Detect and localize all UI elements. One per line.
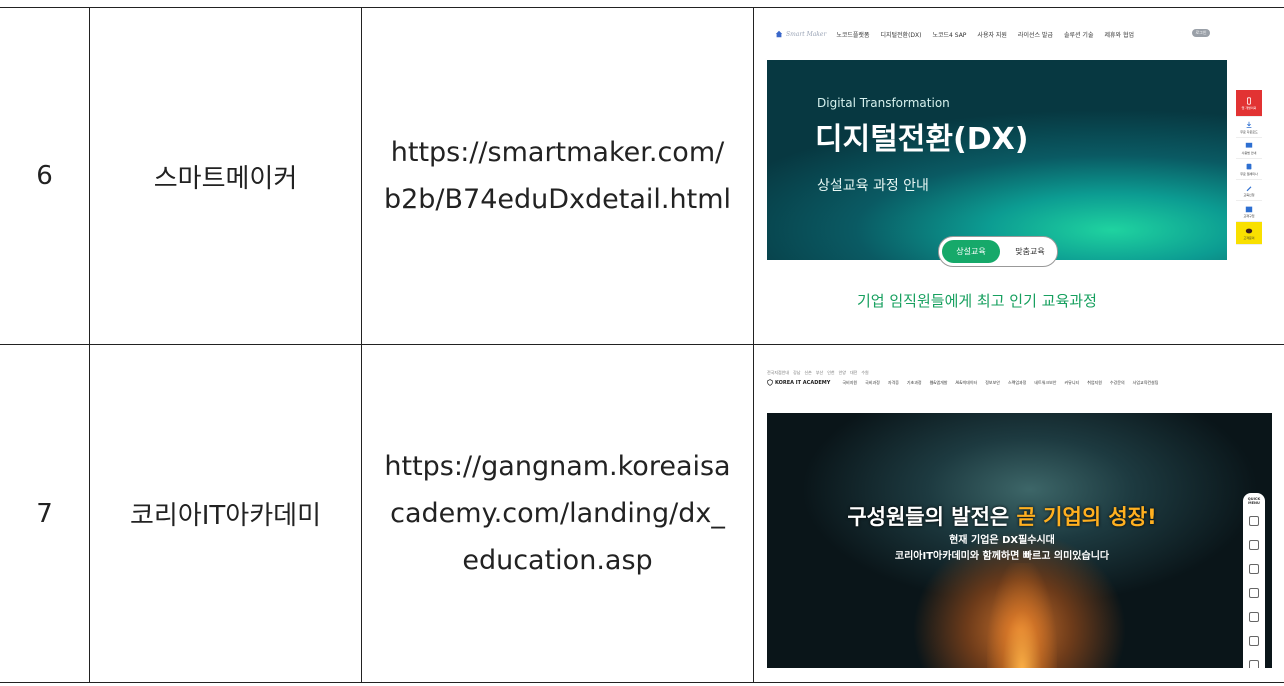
url-line: b2b/B74eduDxdetail.html (383, 184, 732, 215)
smartmaker-hero-banner: Digital Transformation 디지털전환(DX) 상설교육 과정… (767, 60, 1227, 260)
nav-item: 국비과정 (865, 379, 880, 385)
koreait-logo: KOREA IT ACADEMY (767, 379, 830, 386)
url-line: https://smartmaker.com/ (390, 137, 725, 168)
top-link: 안양 (838, 370, 846, 375)
quick-menu-label: QUICK MENU (1247, 497, 1261, 505)
nav-item: 노코드4 SAP (932, 31, 967, 39)
row-number: 7 (0, 344, 90, 683)
koreait-menu: 국비지원 국비과정 자격증 기초과정 웹&앱개발 AI&빅데이터 정보보안 스펙… (842, 380, 1158, 386)
nav-item: 기초과정 (906, 379, 922, 385)
url-line: cademy.com/landing/dx_ (390, 498, 725, 529)
koreait-navbar: KOREA IT ACADEMY 국비지원 국비과정 자격증 기초과정 웹&앱개… (767, 379, 1158, 386)
site-url: https://smartmaker.com/ b2b/B74eduDxdeta… (361, 7, 754, 345)
koreait-hero-banner: 구성원들의 발전은 곧 기업의 성장! 현재 기업은 DX필수시대 코리아IT아… (767, 413, 1272, 668)
smartmaker-logo: Smart Maker (775, 30, 826, 38)
nav-item: 사용자 지원 (977, 31, 1007, 39)
nav-item: 제휴와 협업 (1104, 31, 1134, 39)
side-item-books: 교재구입 (1236, 201, 1262, 222)
url-line: https://gangnam.koreaisa (384, 451, 731, 482)
site-url: https://gangnam.koreaisa cademy.com/land… (361, 344, 754, 683)
nav-item: 커뮤니티 (1064, 379, 1080, 385)
logo-text: KOREA IT ACADEMY (775, 379, 831, 386)
top-link: 대전 (849, 370, 858, 375)
koreait-top-links: 전국지점안내 강남 신촌 부산 인천 안양 대전 수원 (767, 370, 869, 376)
tab-custom-course: 맞춤교육 (1015, 247, 1045, 256)
side-item-label: 무료 웹세미나 (1240, 171, 1258, 176)
quick-menu: QUICK MENU (1243, 493, 1265, 668)
quick-menu-icon (1249, 660, 1259, 668)
nav-item: 국비지원 (842, 379, 858, 385)
kakao-talk-icon (1245, 228, 1253, 233)
top-link: 인천 (827, 370, 835, 375)
side-item-guide: 사용법 안내 (1236, 138, 1262, 159)
nav-item: 네트워크보안 (1034, 379, 1057, 385)
nav-item: 취업지원 (1087, 379, 1102, 385)
side-item-apply: 교육신청 (1236, 180, 1262, 201)
shield-icon (767, 379, 773, 386)
monitor-icon (1245, 142, 1253, 148)
site-name: 스마트메이커 (89, 7, 362, 345)
top-link: 신촌 (804, 370, 812, 375)
url-line: education.asp (462, 545, 653, 576)
top-link: 강남 (793, 370, 801, 375)
quick-menu-icon (1249, 516, 1259, 526)
nav-item: AI&빅데이터 (955, 379, 978, 385)
nav-item: 라이선스 발급 (1017, 31, 1053, 39)
quick-menu-icon (1249, 612, 1259, 622)
quick-menu-icon (1249, 636, 1259, 646)
nav-item: 수강문의 (1109, 379, 1125, 385)
top-link: 수원 (861, 370, 869, 375)
course-tagline: 기업 임직원들에게 최고 인기 교육과정 (857, 292, 1097, 310)
side-item-app-request: 앱 개발의뢰 (1236, 90, 1262, 117)
logo-text: Smart Maker (786, 30, 827, 38)
nav-item: 솔루션 기술 (1063, 31, 1094, 39)
nav-item: 디지털전환(DX) (880, 31, 922, 39)
side-item-webinar: 무료 웹세미나 (1236, 159, 1262, 180)
side-item-label: 사용법 안내 (1241, 150, 1257, 155)
koreait-screenshot: 전국지점안내 강남 신촌 부산 인천 안양 대전 수원 KOREA IT ACA… (767, 363, 1272, 668)
smartmaker-screenshot: Smart Maker 노코드플랫폼 디지털전환(DX) 노코드4 SAP 사용… (767, 19, 1262, 322)
row-number: 6 (0, 7, 90, 345)
side-item-label: 무료 다운로드 (1240, 129, 1258, 134)
smartmaker-side-menu: 앱 개발의뢰 무료 다운로드 사용법 안내 무료 웹세미나 교육신청 교재구입 … (1236, 90, 1262, 245)
site-name: 코리아IT아카데미 (89, 344, 362, 683)
course-tabs: 상설교육 맞춤교육 (938, 236, 1058, 267)
nav-item: 스펙업과정 (1007, 379, 1027, 385)
hero-title-highlight: 곧 기업의 성장! (1016, 505, 1157, 529)
side-item-label: 고객문의 (1243, 235, 1255, 240)
nav-item: 정보보안 (985, 379, 1000, 385)
hero-description: 상설교육 과정 안내 (817, 178, 929, 194)
side-item-kakao: 고객문의 (1236, 222, 1262, 245)
side-item-label: 교재구입 (1243, 213, 1255, 218)
book-icon (1245, 206, 1253, 212)
nav-item: 사업교육컨설팅 (1132, 379, 1159, 385)
nav-item: 웹&앱개발 (929, 379, 948, 385)
hero-line-2: 코리아IT아카데미와 함께하면 빠르고 의미있습니다 (894, 551, 1110, 562)
hero-subtitle: Digital Transformation (817, 96, 950, 110)
quick-menu-icon (1249, 564, 1259, 574)
pencil-icon (1246, 185, 1252, 191)
nav-item: 노코드플랫폼 (836, 31, 870, 39)
house-icon (775, 30, 783, 38)
download-icon (1246, 121, 1252, 128)
hero-line-1: 현재 기업은 DX필수시대 (949, 535, 1055, 546)
phone-icon (1247, 96, 1251, 105)
top-link: 부산 (815, 370, 824, 375)
webinar-icon (1246, 163, 1252, 169)
quick-menu-icon (1249, 540, 1259, 550)
side-item-download: 무료 다운로드 (1236, 117, 1262, 138)
hero-light-glow (987, 563, 1057, 668)
quick-menu-icon (1249, 588, 1259, 598)
hero-title: 구성원들의 발전은 곧 기업의 성장! (767, 501, 1237, 531)
tab-regular-course: 상설교육 (942, 240, 1000, 263)
login-badge: 로그인 (1192, 29, 1210, 37)
side-item-label: 앱 개발의뢰 (1241, 105, 1257, 110)
smartmaker-navbar: Smart Maker 노코드플랫폼 디지털전환(DX) 노코드4 SAP 사용… (767, 19, 1262, 49)
hero-title-part: 구성원들의 발전은 (847, 505, 1017, 529)
smartmaker-menu: 노코드플랫폼 디지털전환(DX) 노코드4 SAP 사용자 지원 라이선스 발급… (836, 30, 1134, 39)
hero-title: 디지털전환(DX) (815, 122, 1029, 157)
top-link: 전국지점안내 (767, 370, 790, 375)
side-item-label: 교육신청 (1243, 192, 1255, 197)
nav-item: 자격증 (887, 379, 899, 385)
